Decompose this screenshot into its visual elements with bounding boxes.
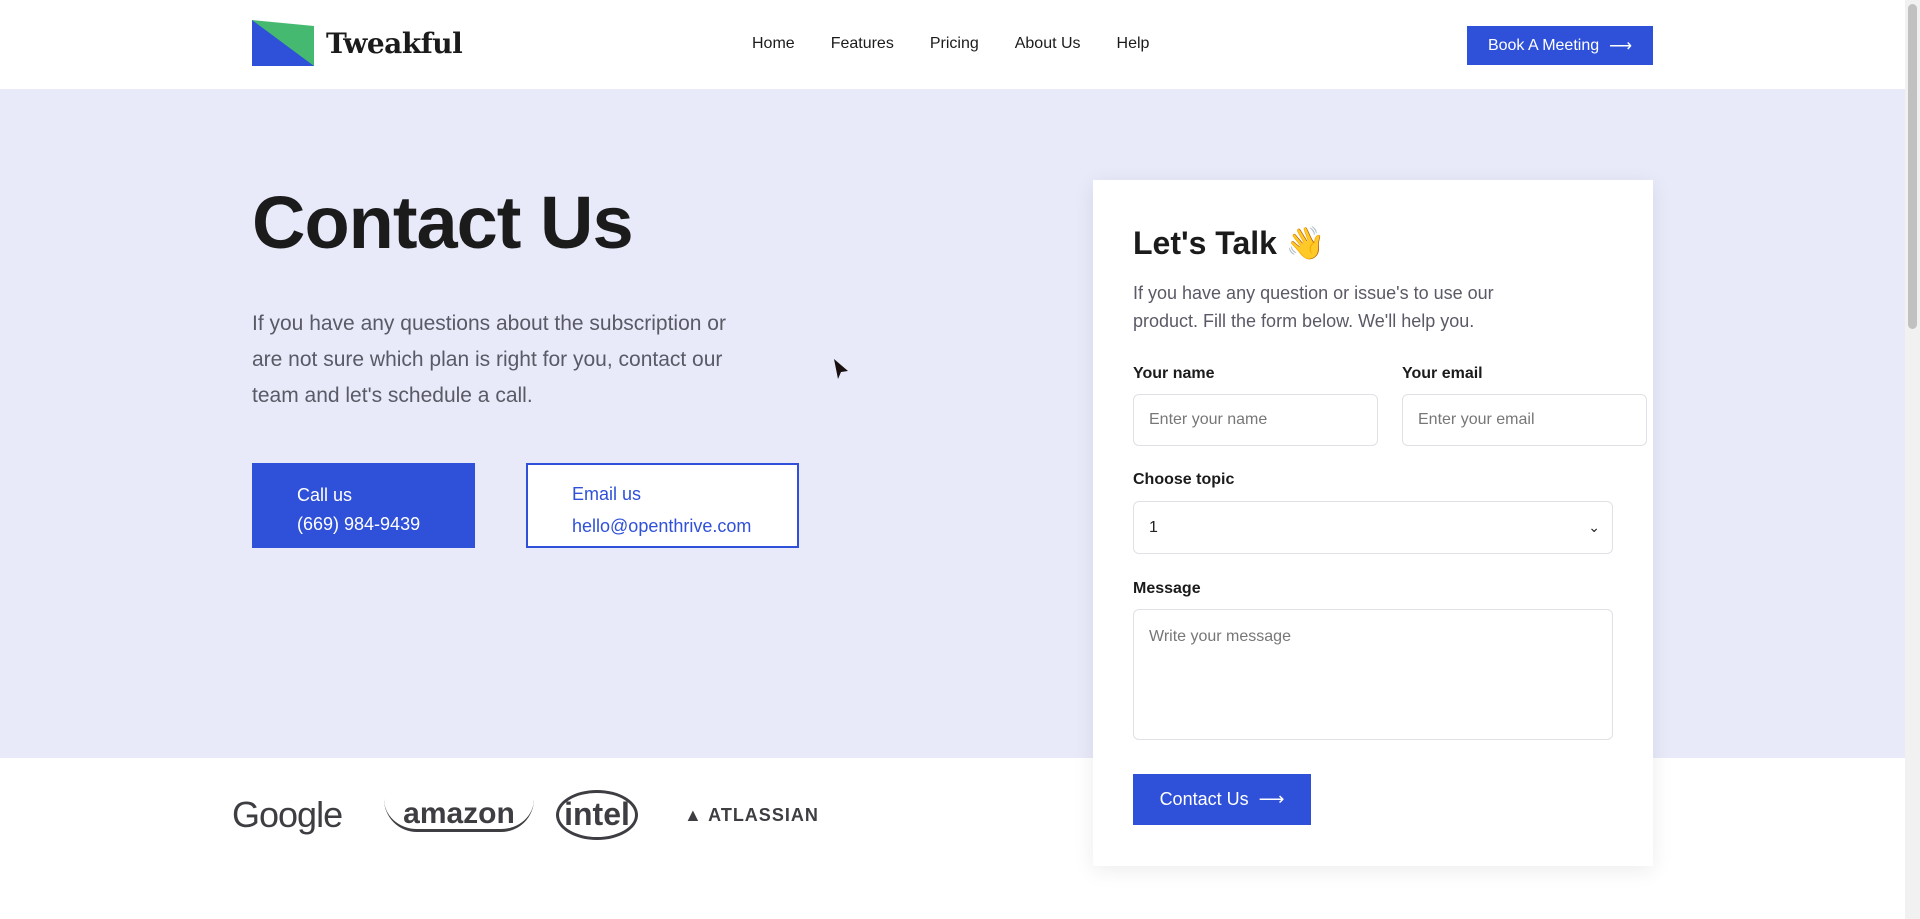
topic-value: 1 <box>1149 518 1158 536</box>
nav-help[interactable]: Help <box>1117 35 1150 53</box>
hero-description: If you have any questions about the subs… <box>252 312 726 407</box>
call-label: Call us <box>297 485 353 505</box>
contact-form-card: Let's Talk 👋 If you have any question or… <box>1093 180 1653 866</box>
email-address: hello@openthrive.com <box>572 516 752 536</box>
message-textarea[interactable]: Write your message <box>1133 609 1613 740</box>
google-logo: Google <box>232 794 343 835</box>
topic-select[interactable]: 1 ⌄ <box>1133 501 1613 554</box>
form-description: If you have any question or issue's to u… <box>1133 283 1494 331</box>
book-meeting-button[interactable]: Book A Meeting ⟶ <box>1467 26 1653 65</box>
book-meeting-label: Book A Meeting <box>1487 36 1600 54</box>
name-label: Your name <box>1133 365 1215 382</box>
intel-logo: intel <box>556 790 638 840</box>
topic-label: Choose topic <box>1133 471 1235 488</box>
main-menu: Home Features Pricing About Us Help <box>752 35 1149 53</box>
call-us-button[interactable]: Call us (669) 984-9439 <box>252 463 475 548</box>
logo-icon <box>252 20 314 66</box>
amazon-logo: amazon <box>384 798 534 832</box>
nav-about-us[interactable]: About Us <box>1015 35 1081 53</box>
brand-name: Tweakful <box>326 26 463 60</box>
partner-logos: Google amazon intel ▲ ATLASSIAN <box>232 790 819 840</box>
arrow-right-icon: ⟶ <box>1609 37 1633 55</box>
email-us-button[interactable]: Email us hello@openthrive.com <box>526 463 799 548</box>
email-input[interactable]: Enter your email <box>1402 394 1647 446</box>
contact-us-submit-button[interactable]: Contact Us ⟶ <box>1133 774 1311 825</box>
atlassian-logo: ▲ ATLASSIAN <box>684 804 819 825</box>
email-label: Your email <box>1402 365 1483 382</box>
page-title: Contact Us <box>252 181 634 264</box>
mouse-cursor-icon <box>834 359 848 379</box>
message-label: Message <box>1133 580 1201 597</box>
chevron-down-icon: ⌄ <box>1588 519 1600 535</box>
form-title: Let's Talk 👋 <box>1133 225 1326 261</box>
email-label: Email us <box>572 484 642 504</box>
nav-home[interactable]: Home <box>752 35 795 53</box>
arrow-right-icon: ⟶ <box>1258 789 1285 809</box>
nav-pricing[interactable]: Pricing <box>930 35 979 53</box>
email-placeholder: Enter your email <box>1418 411 1535 428</box>
message-placeholder: Write your message <box>1149 628 1291 645</box>
name-input[interactable]: Enter your name <box>1133 394 1378 446</box>
brand-logo[interactable]: Tweakful <box>252 20 463 66</box>
top-nav: Tweakful Home Features Pricing About Us … <box>0 0 1905 89</box>
page-scrollbar[interactable] <box>1905 0 1920 919</box>
name-placeholder: Enter your name <box>1149 411 1268 428</box>
nav-features[interactable]: Features <box>831 35 894 53</box>
scrollbar-thumb[interactable] <box>1908 4 1917 329</box>
atlassian-text: ATLASSIAN <box>708 804 819 825</box>
submit-label: Contact Us <box>1159 789 1249 809</box>
phone-number: (669) 984-9439 <box>297 514 421 534</box>
